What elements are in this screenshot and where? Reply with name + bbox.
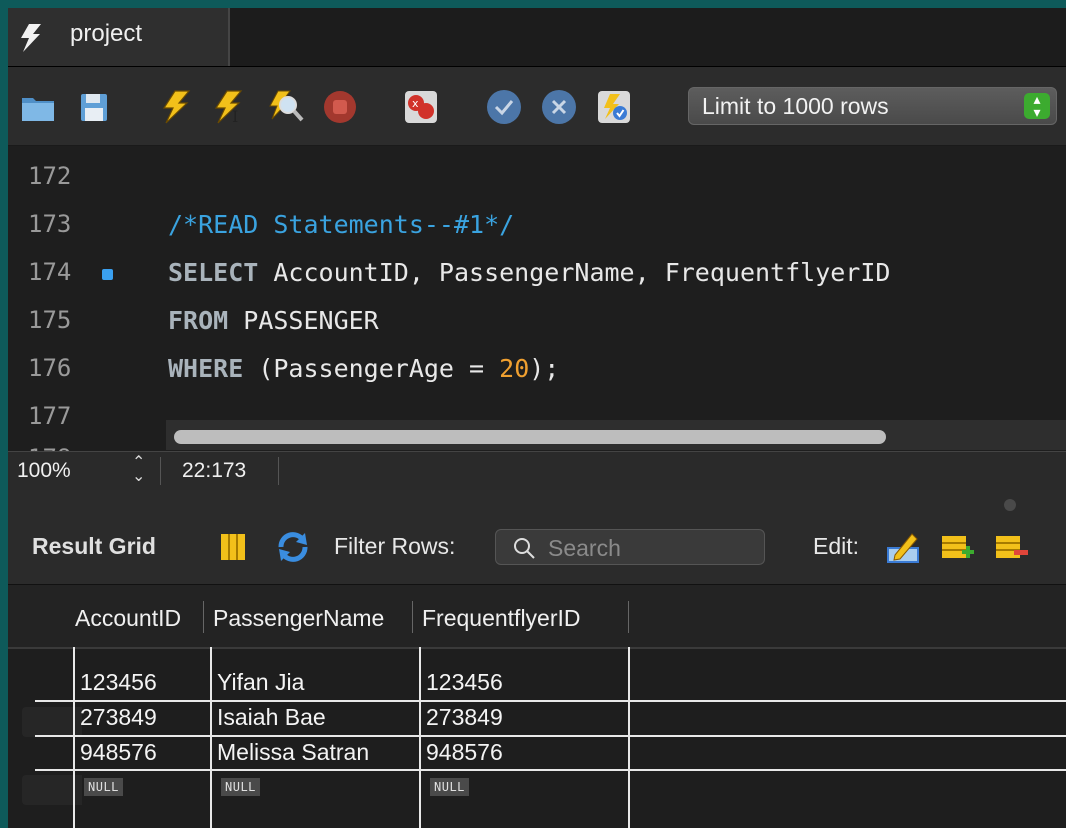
zoom-stepper-icon[interactable]: ⌃ ⌄ xyxy=(132,455,145,485)
statement-marker-icon xyxy=(102,269,113,280)
edit-cell-icon[interactable] xyxy=(886,530,920,564)
edit-label: Edit: xyxy=(813,533,860,559)
column-divider[interactable] xyxy=(412,601,413,633)
zoom-level: 100% xyxy=(17,459,71,482)
svg-text:I: I xyxy=(232,107,238,125)
add-row-icon[interactable] xyxy=(940,530,974,564)
sql-keyword-where: WHERE xyxy=(168,354,244,383)
row-limit-label: Limit to 1000 rows xyxy=(702,93,889,119)
sql-where-condition: (PassengerAge = xyxy=(243,354,500,383)
result-grid-label: Result Grid xyxy=(32,533,156,559)
grid-cell[interactable]: Isaiah Bae xyxy=(217,704,326,731)
null-cell[interactable]: NULL xyxy=(430,778,469,796)
sql-toolbar: I x Limit to 1000 rows ▴ ▾ xyxy=(8,67,1066,146)
scrollbar-thumb[interactable] xyxy=(174,430,886,444)
code-line-175: FROM PASSENGER xyxy=(168,306,379,335)
column-divider[interactable] xyxy=(628,601,629,633)
sql-from-table: PASSENGER xyxy=(228,306,379,335)
lightning-bolt-icon xyxy=(21,24,41,52)
column-header[interactable]: PassengerName xyxy=(213,605,384,632)
grid-line xyxy=(210,647,212,828)
search-box[interactable] xyxy=(495,529,765,565)
stop-icon[interactable] xyxy=(322,89,358,125)
svg-text:x: x xyxy=(412,97,419,110)
grid-layout-icon[interactable] xyxy=(216,530,250,564)
column-divider[interactable] xyxy=(203,601,204,633)
grid-line xyxy=(35,769,1066,771)
divider xyxy=(160,457,161,485)
rollback-icon[interactable] xyxy=(541,89,577,125)
line-number: 173 xyxy=(28,210,72,238)
code-line-173: /*READ Statements--#1*/ xyxy=(168,210,514,239)
row-limit-select[interactable]: Limit to 1000 rows ▴ ▾ xyxy=(688,87,1057,125)
grid-line xyxy=(35,700,1066,702)
sql-editor[interactable]: 172 173 174 175 176 177 178 /*READ State… xyxy=(8,146,1066,451)
column-header[interactable]: AccountID xyxy=(75,605,181,632)
folder-open-icon[interactable] xyxy=(20,89,56,125)
workbench-window: project I x Limit to 1000 rows ▴ ▾ 172 1… xyxy=(8,8,1066,828)
grid-cell[interactable]: 123456 xyxy=(426,669,503,696)
chevron-updown-icon: ▴ ▾ xyxy=(1024,92,1050,119)
resize-handle[interactable] xyxy=(1004,499,1016,511)
line-number: 175 xyxy=(28,306,72,334)
search-input[interactable] xyxy=(546,534,750,562)
result-grid: AccountID PassengerName FrequentflyerID … xyxy=(8,585,1066,828)
toggle-error-icon[interactable]: x xyxy=(403,89,439,125)
null-cell[interactable]: NULL xyxy=(84,778,123,796)
search-icon xyxy=(514,538,535,559)
sql-keyword-from: FROM xyxy=(168,306,229,335)
grid-cell[interactable]: Yifan Jia xyxy=(217,669,304,696)
cursor-position: 22:173 xyxy=(182,459,247,482)
line-number: 174 xyxy=(28,258,72,286)
horizontal-scrollbar[interactable] xyxy=(166,420,1066,450)
explain-icon[interactable] xyxy=(268,89,304,125)
refresh-icon[interactable] xyxy=(276,530,310,564)
delete-row-icon[interactable] xyxy=(994,530,1028,564)
line-number: 178 xyxy=(28,444,98,451)
sql-select-columns: AccountID, PassengerName, FrequentflyerI… xyxy=(258,258,891,287)
sql-where-close: ); xyxy=(529,354,560,383)
sql-number-literal: 20 xyxy=(499,354,530,383)
grid-cell[interactable]: 948576 xyxy=(80,739,157,766)
grid-line xyxy=(35,735,1066,737)
grid-cell[interactable]: 273849 xyxy=(426,704,503,731)
line-number: 177 xyxy=(28,402,72,430)
execute-icon[interactable] xyxy=(158,89,194,125)
grid-header: AccountID PassengerName FrequentflyerID xyxy=(8,585,1066,649)
grid-line xyxy=(73,647,75,828)
grid-cell[interactable]: 123456 xyxy=(80,669,157,696)
autocommit-icon[interactable] xyxy=(596,89,632,125)
column-header[interactable]: FrequentflyerID xyxy=(422,605,581,632)
tab-bar: project xyxy=(8,8,1066,67)
line-number: 176 xyxy=(28,354,72,382)
grid-cell[interactable]: 273849 xyxy=(80,704,157,731)
result-toolbar: Result Grid Filter Rows: Edit: xyxy=(8,490,1066,585)
line-number: 172 xyxy=(28,162,72,190)
filter-rows-label: Filter Rows: xyxy=(334,533,456,559)
grid-cell[interactable]: 948576 xyxy=(426,739,503,766)
sql-comment: /*READ Statements--#1*/ xyxy=(168,210,515,239)
code-line-176: WHERE (PassengerAge = 20); xyxy=(168,354,559,383)
sql-keyword-select: SELECT xyxy=(168,258,259,287)
execute-current-icon[interactable]: I xyxy=(212,89,248,125)
null-cell[interactable]: NULL xyxy=(221,778,260,796)
grid-line xyxy=(628,647,630,828)
commit-icon[interactable] xyxy=(486,89,522,125)
editor-status-bar: 100% ⌃ ⌄ 22:173 xyxy=(8,451,1066,490)
grid-line xyxy=(419,647,421,828)
code-line-174: SELECT AccountID, PassengerName, Frequen… xyxy=(168,258,890,287)
save-icon[interactable] xyxy=(76,89,112,125)
divider xyxy=(278,457,279,485)
tab-title: project xyxy=(70,20,143,47)
grid-cell[interactable]: Melissa Satran xyxy=(217,739,369,766)
tab-project[interactable]: project xyxy=(8,8,230,66)
